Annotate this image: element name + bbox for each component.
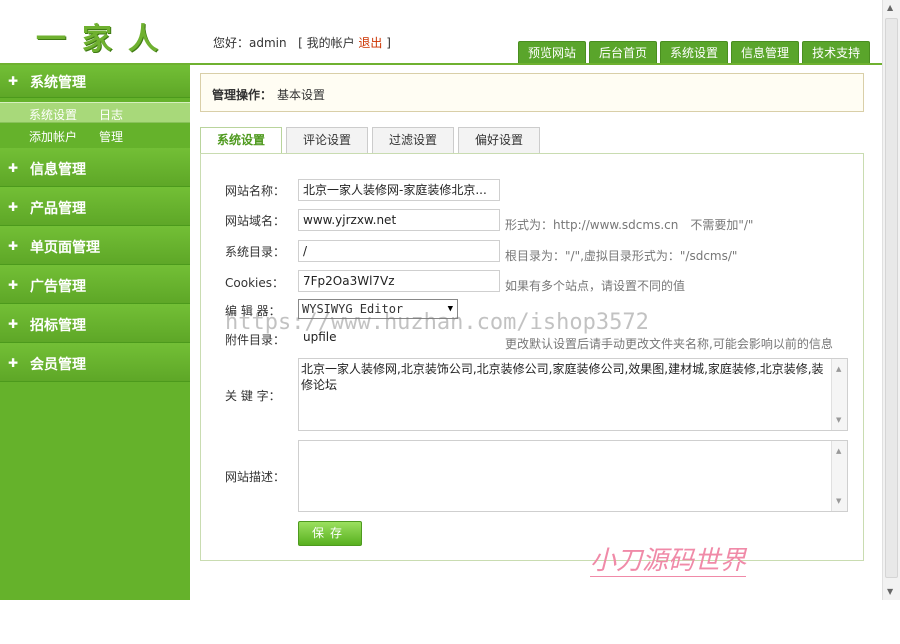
sidebar-group-bidding[interactable]: ✚ 招标管理 — [0, 304, 190, 343]
sidebar-subpanel-system: 系统设置 日志 添加帐户 管理 — [0, 98, 190, 148]
cookies-label: Cookies： — [225, 276, 284, 290]
textarea-scrollbar[interactable]: ▲ ▼ — [831, 441, 847, 511]
sidebar-group-label: 招标管理 — [30, 318, 86, 334]
keywords-label: 关 键 字： — [225, 389, 281, 403]
site-logo: 一 家 人 — [36, 14, 166, 57]
scroll-up-icon[interactable]: ▲ — [836, 443, 841, 459]
tab-preference-settings[interactable]: 偏好设置 — [458, 127, 540, 154]
logo-char-1: 一 — [36, 22, 66, 57]
sidebar-group-label: 广告管理 — [30, 279, 86, 295]
plus-icon: ✚ — [8, 356, 19, 370]
nav-tech-support[interactable]: 技术支持 — [802, 41, 871, 64]
sidebar-group-product[interactable]: ✚ 产品管理 — [0, 187, 190, 226]
sidebar-group-single-page[interactable]: ✚ 单页面管理 — [0, 226, 190, 265]
domain-label: 网站域名： — [225, 214, 286, 228]
tab-system-settings[interactable]: 系统设置 — [200, 127, 282, 155]
sidebar-item-manage[interactable]: 管理 — [99, 128, 123, 145]
sidebar-group-members[interactable]: ✚ 会员管理 — [0, 343, 190, 382]
scroll-down-icon[interactable]: ▼ — [836, 412, 841, 428]
sidebar-group-label: 信息管理 — [30, 162, 86, 178]
settings-tabs: 系统设置 评论设置 过滤设置 偏好设置 — [200, 127, 540, 155]
description-textarea[interactable]: ▲ ▼ — [298, 440, 848, 512]
greeting-text: 您好：admin — [213, 36, 287, 50]
attachment-dir-hint: 更改默认设置后请手动更改文件夹名称,可能会影响以前的信息 — [505, 337, 833, 351]
domain-hint: 形式为：http://www.sdcms.cn 不需要加"/" — [505, 218, 754, 232]
sidebar: ✚ 系统管理 系统设置 日志 添加帐户 管理 ✚ 信息管理 ✚ 产品管理 ✚ 单… — [0, 65, 190, 600]
sidebar-group-label: 产品管理 — [30, 201, 86, 217]
cookies-input[interactable]: 7Fp2Oa3Wl7Vz — [298, 270, 500, 292]
sidebar-sub-row: 添加帐户 管理 — [0, 125, 190, 146]
plus-icon: ✚ — [8, 317, 19, 331]
bracket-close: ] — [386, 36, 391, 50]
sidebar-group-label: 系统管理 — [30, 75, 86, 91]
bracket-open: [ — [298, 36, 303, 50]
sidebar-group-label: 会员管理 — [30, 357, 86, 373]
logo-char-3: 人 — [128, 22, 158, 57]
top-navigation: 预览网站 后台首页 系统设置 信息管理 技术支持 — [518, 41, 871, 64]
tab-comment-settings[interactable]: 评论设置 — [286, 127, 368, 154]
breadcrumb: 管理操作： 基本设置 — [200, 73, 864, 112]
plus-icon: ✚ — [8, 200, 19, 214]
save-button[interactable]: 保存 — [298, 521, 362, 546]
sidebar-group-ads[interactable]: ✚ 广告管理 — [0, 265, 190, 304]
sidebar-group-system[interactable]: ✚ 系统管理 — [0, 65, 190, 98]
plus-icon: ✚ — [8, 278, 19, 292]
scroll-up-icon[interactable]: ▲ — [887, 3, 893, 12]
nav-preview-site[interactable]: 预览网站 — [518, 41, 587, 64]
sidebar-item-add-account[interactable]: 添加帐户 — [29, 128, 77, 145]
brand-watermark: 小刀源码世界 — [590, 546, 747, 577]
scroll-down-icon[interactable]: ▼ — [887, 587, 893, 596]
sidebar-item-system-settings[interactable]: 系统设置 — [29, 106, 77, 123]
url-watermark: https://www.huzhan.com/ishop3572 — [225, 310, 649, 335]
logout-link[interactable]: 退出 — [358, 36, 382, 50]
nav-admin-home[interactable]: 后台首页 — [589, 41, 658, 64]
scroll-down-icon[interactable]: ▼ — [836, 493, 841, 509]
sidebar-group-label: 单页面管理 — [30, 240, 100, 256]
textarea-scrollbar[interactable]: ▲ ▼ — [831, 359, 847, 430]
site-name-input[interactable]: 北京一家人装修网-家庭装修北京... — [298, 179, 500, 201]
sidebar-group-info[interactable]: ✚ 信息管理 — [0, 148, 190, 187]
domain-input[interactable]: www.yjrzxw.net — [298, 209, 500, 231]
plus-icon: ✚ — [8, 74, 19, 88]
sidebar-sub-row: 系统设置 日志 — [0, 102, 190, 123]
scroll-up-icon[interactable]: ▲ — [836, 361, 841, 377]
system-dir-label: 系统目录： — [225, 245, 286, 259]
scroll-thumb[interactable] — [885, 18, 898, 578]
system-dir-input[interactable]: / — [298, 240, 500, 262]
plus-icon: ✚ — [8, 161, 19, 175]
plus-icon: ✚ — [8, 239, 19, 253]
description-label: 网站描述： — [225, 470, 286, 484]
page-scrollbar[interactable]: ▲ ▼ — [882, 0, 900, 600]
nav-system-settings[interactable]: 系统设置 — [660, 41, 729, 64]
breadcrumb-value: 基本设置 — [277, 88, 326, 102]
user-greeting: 您好：admin [ 我的帐户 退出 ] — [213, 34, 391, 51]
site-name-label: 网站名称： — [225, 184, 286, 198]
cookies-hint: 如果有多个站点，请设置不同的值 — [505, 279, 686, 293]
tab-filter-settings[interactable]: 过滤设置 — [372, 127, 454, 154]
keywords-value: 北京一家人装修网,北京装饰公司,北京装修公司,家庭装修公司,效果图,建材城,家庭… — [301, 362, 824, 392]
my-account-link[interactable]: 我的帐户 — [307, 36, 355, 50]
nav-info-management[interactable]: 信息管理 — [731, 41, 800, 64]
sidebar-item-log[interactable]: 日志 — [99, 106, 123, 123]
system-dir-hint: 根目录为："/",虚拟目录形式为："/sdcms/" — [505, 249, 738, 263]
breadcrumb-label: 管理操作： — [212, 88, 273, 102]
logo-char-2: 家 — [82, 22, 112, 57]
keywords-textarea[interactable]: 北京一家人装修网,北京装饰公司,北京装修公司,家庭装修公司,效果图,建材城,家庭… — [298, 358, 848, 431]
